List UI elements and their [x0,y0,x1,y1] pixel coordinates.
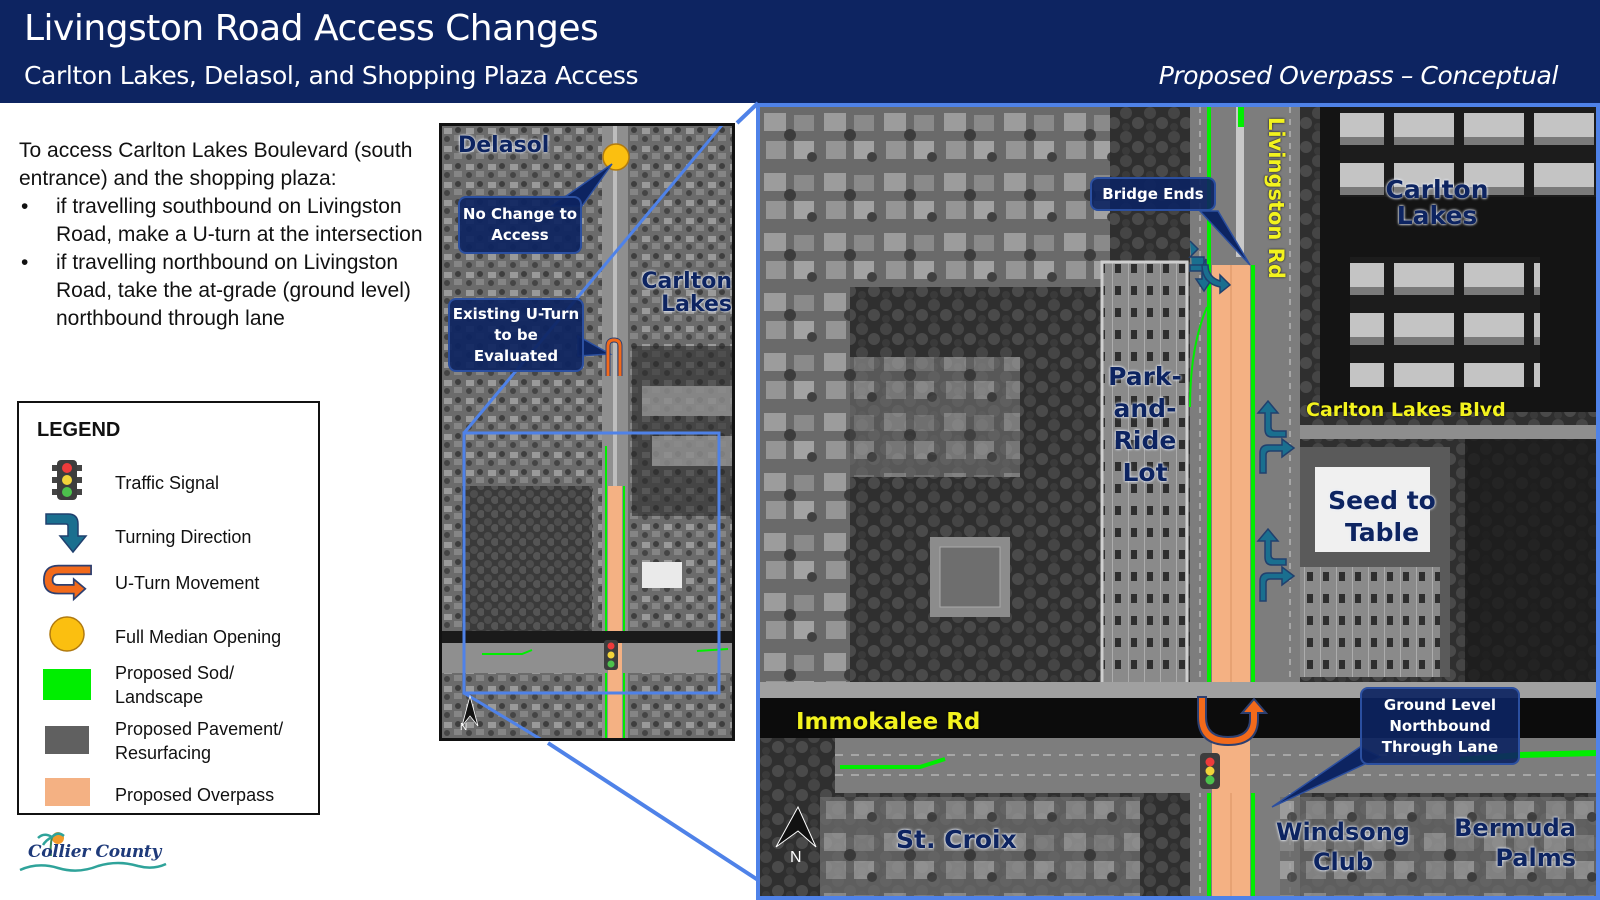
legend-title: LEGEND [37,419,121,441]
road-label-carlton-lakes-blvd: Carlton Lakes Blvd [1306,399,1506,421]
callout-bridge-ends: Bridge Ends [1090,177,1216,211]
legend-label: Proposed Pavement/ Resurfacing [115,719,284,763]
place-label-seed-to-table: Seed to Table [1328,486,1436,547]
place-label-carlton-lakes: Carlton Lakes [641,269,732,318]
callout-ground-level-lane: Ground Level Northbound Through Lane [1360,687,1520,765]
u-turn-icon [41,559,93,605]
turning-direction-icon [41,509,93,555]
legend-item-u-turn: U-Turn Movement [19,559,319,609]
page-subtitle: Carlton Lakes, Delasol, and Shopping Pla… [24,61,639,90]
legend-label: Traffic Signal [115,473,220,493]
legend-item-pavement: Proposed Pavement/ Resurfacing [19,717,319,767]
legend-item-traffic-signal: Traffic Signal [19,457,319,507]
place-label-windsong-club: Windsong Club [1275,818,1410,876]
median-opening-marker [602,143,630,171]
instruction-southbound: if travelling southbound on Livingston R… [19,193,439,249]
legend-label: Proposed Sod/ Landscape [115,663,235,707]
median-opening-icon [41,611,93,657]
legend-item-overpass: Proposed Overpass [19,769,319,819]
inset-north-label: N [460,722,468,733]
legend-item-median-opening: Full Median Opening [19,611,319,661]
instruction-northbound: if travelling northbound on Livingston R… [19,249,439,333]
legend-label: U-Turn Movement [115,573,260,593]
legend-item-turning-direction: Turning Direction [19,509,319,559]
pavement-swatch-icon [41,717,93,763]
header-banner: Livingston Road Access Changes Carlton L… [0,0,1600,103]
main-map[interactable]: Livingston Rd Carlton Lakes Blvd Immokal… [756,103,1600,900]
page-title: Livingston Road Access Changes [24,8,599,49]
sod-swatch-icon [41,661,93,707]
inset-map[interactable]: Delasol Carlton Lakes No Change to Acces… [439,123,735,741]
status-label: Proposed Overpass – Conceptual [1158,61,1559,90]
legend-item-sod: Proposed Sod/ Landscape [19,661,319,711]
overpass-swatch-icon [41,769,93,815]
instructions-intro: To access Carlton Lakes Boulevard (south… [19,139,413,190]
main-north-label: N [790,849,802,866]
place-label-st-croix: St. Croix [896,825,1017,854]
access-instructions: To access Carlton Lakes Boulevard (south… [19,137,439,333]
callout-no-change: No Change to Access [458,196,582,254]
legend-label: Proposed Overpass [115,785,275,805]
traffic-signal-icon [41,457,93,503]
legend: LEGEND Traffic Signal Turning Direction [17,401,320,815]
legend-label: Full Median Opening [115,627,282,647]
callout-existing-uturn: Existing U-Turn to be Evaluated [448,298,584,372]
place-label-delasol: Delasol [458,133,550,158]
road-label-livingston: Livingston Rd [1264,117,1288,279]
instructions-list: if travelling southbound on Livingston R… [19,193,439,333]
road-label-immokalee: Immokalee Rd [796,709,981,735]
legend-label: Turning Direction [115,527,252,547]
collier-county-logo: Collier County [18,828,178,878]
place-label-bermuda-palms: Bermuda Palms [1454,814,1576,872]
place-label-park-and-ride: Park- and- Ride Lot [1108,362,1182,487]
logo-text: Collier County [28,842,162,862]
place-label-carlton-lakes: Carlton Lakes [1385,175,1489,231]
